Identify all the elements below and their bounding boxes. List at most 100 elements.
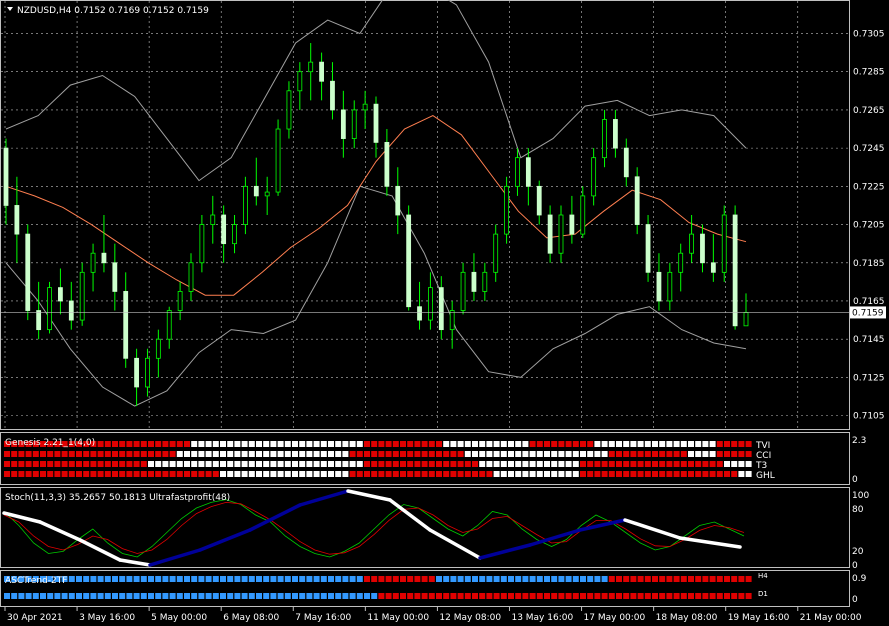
candle-body (471, 271, 477, 292)
candle-body (645, 224, 651, 273)
asc-h4-cell (414, 576, 421, 582)
genesis-cell (601, 461, 608, 467)
genesis-cell (414, 441, 421, 447)
stoch-title: Stoch(11,3,3) 35.2657 50.1813 Ultrafastp… (5, 493, 230, 503)
candle-body (438, 287, 444, 331)
genesis-cell (443, 441, 450, 447)
asc-d1-cell (551, 593, 558, 599)
genesis-cell (457, 461, 464, 467)
genesis-cell (112, 441, 118, 447)
genesis-cell (277, 441, 284, 447)
genesis-cell (500, 451, 507, 457)
genesis-cell (522, 471, 529, 477)
asc-h4-cell (126, 576, 133, 582)
genesis-cell (486, 471, 493, 477)
asc-h4-cell (644, 576, 651, 582)
genesis-cell (356, 461, 363, 467)
asc-h4-cell (623, 576, 630, 582)
genesis-cell (104, 451, 111, 457)
price-tick-label: 0.7165 (853, 297, 885, 307)
genesis-cell (709, 441, 716, 447)
asc-d1-cell (176, 593, 183, 599)
genesis-cell (292, 461, 298, 467)
genesis-cell (688, 441, 694, 447)
genesis-cell (191, 441, 198, 447)
asc-d1-cell (349, 593, 356, 599)
genesis-cell (112, 451, 118, 457)
asc-d1-cell (76, 593, 82, 599)
genesis-cell (162, 471, 169, 477)
candle-body (493, 233, 499, 273)
asc-d1-cell (580, 593, 586, 599)
genesis-cell (407, 451, 414, 457)
asc-d1-cell (450, 593, 457, 599)
genesis-cell (666, 451, 673, 457)
asc-h4-cell (220, 576, 226, 582)
asc-h4-cell (493, 576, 500, 582)
candle-body (58, 287, 63, 302)
genesis-cell (731, 461, 738, 467)
candle-body (199, 224, 205, 264)
genesis-cell (320, 461, 327, 467)
asc-d1-cell (479, 593, 486, 599)
genesis-cell (205, 471, 212, 477)
ultrafastprofit-segment (478, 543, 532, 560)
genesis-cell (292, 451, 298, 457)
genesis-title: Genesis 2.21_1(4,0) (5, 438, 95, 448)
asc-h4-cell (68, 576, 75, 582)
genesis-cell (61, 461, 68, 467)
genesis-cell (400, 451, 406, 457)
asc-h4-cell (652, 576, 658, 582)
genesis-cell (493, 471, 500, 477)
price-axis: 0.7305 0.7285 0.7265 0.7245 0.7225 0.7205 0.71… (1, 29, 886, 422)
asc-row-label: D1 (758, 590, 768, 598)
genesis-row-label: GHL (756, 471, 775, 481)
trading-chart[interactable]: 0.7305 0.7285 0.7265 0.7245 0.7225 0.7205 0.71… (0, 0, 889, 626)
asc-h4-cell (335, 576, 342, 582)
genesis-cell (652, 461, 658, 467)
genesis-cell (745, 441, 752, 447)
genesis-cell (702, 451, 709, 457)
genesis-cell (630, 461, 637, 467)
genesis-cell (11, 461, 18, 467)
asc-d1-cell (508, 593, 514, 599)
candle-body (177, 291, 183, 311)
genesis-cell (90, 461, 97, 467)
genesis-cell (457, 471, 464, 477)
genesis-cell (529, 441, 536, 447)
genesis-cell (508, 441, 514, 447)
asc-d1-cell (32, 593, 39, 599)
collapse-triangle-icon[interactable] (7, 7, 13, 11)
time-tick-label: 11 May 00:00 (367, 613, 429, 623)
genesis-cell (349, 461, 356, 467)
asc-d1-cell (54, 593, 61, 599)
asc-d1-cell (371, 593, 378, 599)
genesis-cell (450, 471, 457, 477)
genesis-cell (493, 451, 500, 457)
candle-body (145, 357, 150, 388)
asc-d1-cell (220, 593, 226, 599)
genesis-cell (457, 451, 464, 457)
asc-d1-cell (457, 593, 464, 599)
candle-body (221, 214, 227, 245)
candle-body (210, 214, 216, 225)
genesis-cell (320, 441, 327, 447)
genesis-cell (176, 461, 183, 467)
candle-body (515, 157, 520, 187)
asc-d1-cell (594, 593, 601, 599)
genesis-cell (191, 451, 198, 457)
asc-h4-cell (241, 576, 248, 582)
genesis-cell (428, 461, 435, 467)
ultrafastprofit-segment (38, 520, 82, 542)
genesis-cell (328, 451, 334, 457)
asc-h4-cell (731, 576, 738, 582)
genesis-cell (673, 471, 680, 477)
asc-d1-cell (40, 593, 46, 599)
genesis-cell (472, 471, 478, 477)
genesis-cell (306, 451, 313, 457)
genesis-cell (414, 461, 421, 467)
genesis-cell (83, 471, 90, 477)
asc-h4-cell (601, 576, 608, 582)
ultrafastprofit-segment (346, 489, 392, 502)
asc-h4-cell (176, 576, 183, 582)
